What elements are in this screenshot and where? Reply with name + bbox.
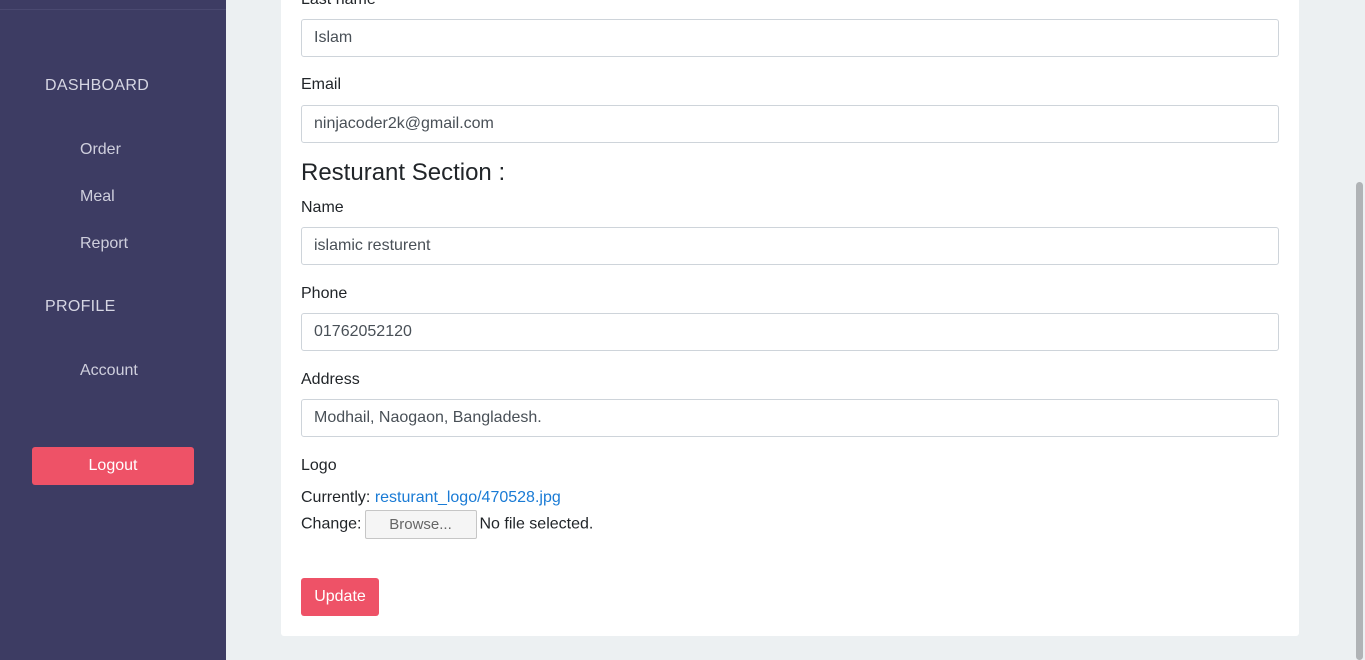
last-name-input[interactable]: Islam xyxy=(301,19,1279,57)
name-input[interactable]: islamic resturent xyxy=(301,227,1279,265)
logo-label: Logo xyxy=(301,457,337,474)
phone-label: Phone xyxy=(301,285,348,302)
page-scrollbar[interactable] xyxy=(1355,0,1365,660)
logo-current-row: Currently: resturant_logo/470528.jpg xyxy=(301,489,561,507)
no-file-status: No file selected. xyxy=(479,515,594,533)
change-label: Change: xyxy=(301,515,362,533)
logout-button[interactable]: Logout xyxy=(32,447,194,485)
currently-label: Currently: xyxy=(301,489,371,506)
email-input[interactable]: ninjacoder2k@gmail.com xyxy=(301,105,1279,143)
restaurant-section-title: Resturant Section : xyxy=(301,159,506,186)
sidebar-divider xyxy=(0,9,226,10)
sidebar-item-meal[interactable]: Meal xyxy=(80,188,115,206)
sidebar-section-dashboard: DASHBOARD xyxy=(45,77,150,94)
sidebar-item-account[interactable]: Account xyxy=(80,362,138,380)
logo-change-row: Change: Browse... No file selected. xyxy=(301,510,593,539)
email-label: Email xyxy=(301,76,342,93)
sidebar-item-order[interactable]: Order xyxy=(80,141,121,159)
sidebar-section-profile: PROFILE xyxy=(45,298,116,315)
scrollbar-thumb[interactable] xyxy=(1356,182,1363,660)
sidebar: DASHBOARD Order Meal Report PROFILE Acco… xyxy=(0,0,226,660)
phone-input[interactable]: 01762052120 xyxy=(301,313,1279,351)
name-label: Name xyxy=(301,199,344,216)
update-button[interactable]: Update xyxy=(301,578,379,616)
address-input[interactable]: Modhail, Naogaon, Bangladesh. xyxy=(301,399,1279,437)
sidebar-item-report[interactable]: Report xyxy=(80,235,128,253)
browse-button[interactable]: Browse... xyxy=(364,510,477,539)
current-logo-link[interactable]: resturant_logo/470528.jpg xyxy=(375,489,561,506)
last-name-label: Last name xyxy=(301,0,376,9)
address-label: Address xyxy=(301,371,360,388)
